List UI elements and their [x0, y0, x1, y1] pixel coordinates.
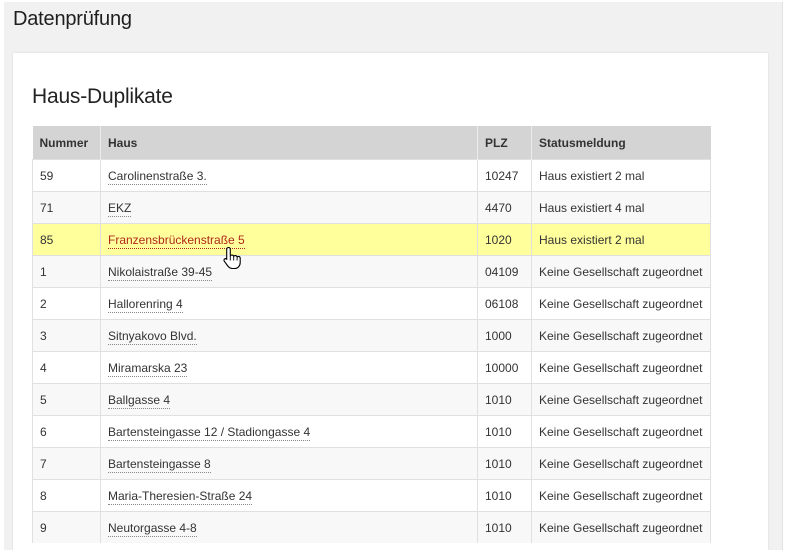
cell-haus: Miramarska 23: [100, 351, 478, 384]
haus-link[interactable]: Bartensteingasse 8: [108, 456, 211, 473]
cell-nummer: 4: [32, 351, 101, 384]
cell-plz: 1010: [477, 415, 532, 448]
table-row: 2 Hallorenring 4 06108 Keine Gesellschaf…: [32, 287, 711, 320]
haus-link[interactable]: Ballgasse 4: [108, 392, 171, 409]
cell-haus: Sitnyakovo Blvd.: [100, 319, 478, 352]
cell-plz: 1010: [477, 447, 532, 480]
table-row-hovered: 85 Franzensbrückenstraße 5 1020 Haus exi…: [32, 223, 711, 256]
cell-nummer: 9: [32, 511, 101, 543]
cell-haus: Bartensteingasse 8: [100, 447, 478, 480]
table-row: 5 Ballgasse 4 1010 Keine Gesellschaft zu…: [32, 383, 711, 416]
cell-status: Keine Gesellschaft zugeordnet: [531, 351, 711, 384]
duplicates-panel: Haus-Duplikate Nummer Haus PLZ Statusmel…: [13, 53, 768, 550]
table-row: 59 Carolinenstraße 3. 10247 Haus existie…: [32, 159, 711, 192]
cell-haus: EKZ: [100, 191, 478, 224]
cell-plz: 04109: [477, 255, 532, 288]
haus-link[interactable]: EKZ: [108, 200, 132, 217]
cell-plz: 1000: [477, 319, 532, 352]
cell-haus: Ballgasse 4: [100, 383, 478, 416]
haus-link[interactable]: Maria-Theresien-Straße 24: [108, 488, 253, 505]
table-row: 9 Neutorgasse 4-8 1010 Keine Gesellschaf…: [32, 511, 711, 543]
haus-link[interactable]: Neutorgasse 4-8: [108, 520, 197, 537]
cell-nummer: 3: [32, 319, 101, 352]
cell-haus: Franzensbrückenstraße 5: [100, 223, 478, 256]
cell-haus: Maria-Theresien-Straße 24: [100, 479, 478, 512]
cell-plz: 1010: [477, 479, 532, 512]
haus-link[interactable]: Miramarska 23: [108, 360, 188, 377]
duplicates-table: Nummer Haus PLZ Statusmeldung 59 Carolin…: [32, 126, 711, 543]
table-row: 7 Bartensteingasse 8 1010 Keine Gesellsc…: [32, 447, 711, 480]
cell-nummer: 2: [32, 287, 101, 320]
cell-plz: 1020: [477, 223, 532, 256]
cell-status: Haus existiert 2 mal: [531, 159, 711, 192]
cell-status: Keine Gesellschaft zugeordnet: [531, 415, 711, 448]
panel-title: Haus-Duplikate: [32, 85, 173, 108]
cell-nummer: 5: [32, 383, 101, 416]
cell-nummer: 71: [32, 191, 101, 224]
cell-nummer: 7: [32, 447, 101, 480]
cell-haus: Neutorgasse 4-8: [100, 511, 478, 543]
cell-plz: 06108: [477, 287, 532, 320]
cell-plz: 4470: [477, 191, 532, 224]
cell-status: Keine Gesellschaft zugeordnet: [531, 287, 711, 320]
cell-status: Keine Gesellschaft zugeordnet: [531, 511, 711, 543]
haus-link-hovered[interactable]: Franzensbrückenstraße 5: [108, 232, 245, 249]
haus-link[interactable]: Carolinenstraße 3.: [108, 168, 207, 185]
cell-haus: Nikolaistraße 39-45: [100, 255, 478, 288]
page-title: Datenprüfung: [13, 8, 132, 30]
cell-nummer: 1: [32, 255, 101, 288]
haus-link[interactable]: Nikolaistraße 39-45: [108, 264, 213, 281]
table-header-row: Nummer Haus PLZ Statusmeldung: [32, 126, 711, 160]
cell-haus: Hallorenring 4: [100, 287, 478, 320]
cell-haus: Bartensteingasse 12 / Stadiongasse 4: [100, 415, 478, 448]
cell-plz: 10000: [477, 351, 532, 384]
cell-status: Keine Gesellschaft zugeordnet: [531, 447, 711, 480]
cell-status: Haus existiert 2 mal: [531, 223, 711, 256]
column-header-plz[interactable]: PLZ: [477, 126, 532, 160]
cell-status: Keine Gesellschaft zugeordnet: [531, 319, 711, 352]
cell-haus: Carolinenstraße 3.: [100, 159, 478, 192]
cell-nummer: 6: [32, 415, 101, 448]
cell-status: Keine Gesellschaft zugeordnet: [531, 383, 711, 416]
table-row: 71 EKZ 4470 Haus existiert 4 mal: [32, 191, 711, 224]
table-row: 4 Miramarska 23 10000 Keine Gesellschaft…: [32, 351, 711, 384]
cell-status: Haus existiert 4 mal: [531, 191, 711, 224]
table-row: 8 Maria-Theresien-Straße 24 1010 Keine G…: [32, 479, 711, 512]
haus-link[interactable]: Bartensteingasse 12 / Stadiongasse 4: [108, 424, 311, 441]
table-row: 6 Bartensteingasse 12 / Stadiongasse 4 1…: [32, 415, 711, 448]
table-row: 3 Sitnyakovo Blvd. 1000 Keine Gesellscha…: [32, 319, 711, 352]
cell-nummer: 59: [32, 159, 101, 192]
cell-nummer: 85: [32, 223, 101, 256]
cell-plz: 10247: [477, 159, 532, 192]
table-body: 59 Carolinenstraße 3. 10247 Haus existie…: [32, 159, 711, 543]
cell-status: Keine Gesellschaft zugeordnet: [531, 255, 711, 288]
column-header-nummer[interactable]: Nummer: [32, 126, 101, 160]
table-row: 1 Nikolaistraße 39-45 04109 Keine Gesell…: [32, 255, 711, 288]
cell-status: Keine Gesellschaft zugeordnet: [531, 479, 711, 512]
column-header-status[interactable]: Statusmeldung: [531, 126, 711, 160]
cell-plz: 1010: [477, 383, 532, 416]
haus-link[interactable]: Hallorenring 4: [108, 296, 183, 313]
cell-plz: 1010: [477, 511, 532, 543]
cell-nummer: 8: [32, 479, 101, 512]
haus-link[interactable]: Sitnyakovo Blvd.: [108, 328, 197, 345]
column-header-haus[interactable]: Haus: [100, 126, 478, 160]
